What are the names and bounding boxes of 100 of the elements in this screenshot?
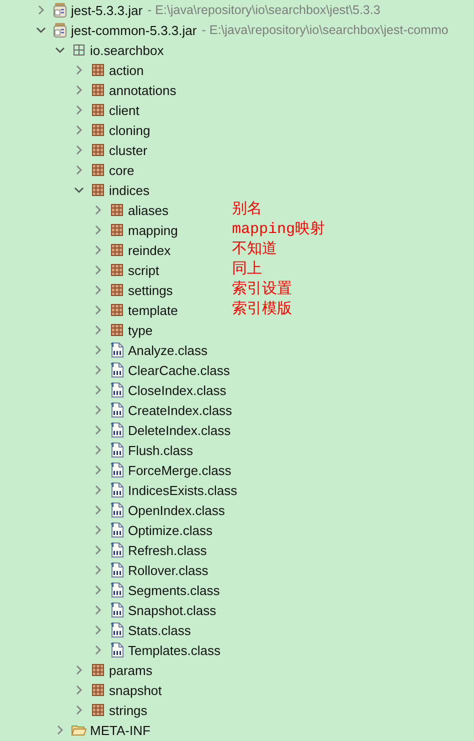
- class-file-icon: [109, 582, 125, 598]
- tree-item-label[interactable]: Snapshot.class: [128, 602, 216, 618]
- tree-item-label[interactable]: mapping: [128, 222, 178, 238]
- chevron-down-icon[interactable]: [36, 25, 46, 35]
- package-icon: [109, 262, 125, 278]
- chevron-right-icon[interactable]: [93, 545, 103, 555]
- package-icon: [90, 82, 106, 98]
- tree-item-label[interactable]: cloning: [109, 122, 150, 138]
- tree-item-label[interactable]: ForceMerge.class: [128, 462, 232, 478]
- tree-item-label[interactable]: reindex: [128, 242, 171, 258]
- tree-item-label[interactable]: Rollover.class: [128, 562, 208, 578]
- package-icon: [90, 62, 106, 78]
- chevron-right-icon[interactable]: [93, 565, 103, 575]
- package-icon: [90, 142, 106, 158]
- tree-item-label[interactable]: Flush.class: [128, 442, 194, 458]
- chevron-right-icon[interactable]: [93, 525, 103, 535]
- chevron-right-icon[interactable]: [93, 605, 103, 615]
- annotation-note: 不知道: [232, 241, 277, 259]
- chevron-right-icon[interactable]: [93, 625, 103, 635]
- chevron-right-icon[interactable]: [93, 225, 103, 235]
- class-file-icon: [109, 522, 125, 538]
- jar-icon: [52, 22, 68, 38]
- chevron-right-icon[interactable]: [93, 245, 103, 255]
- tree-item-label[interactable]: core: [109, 162, 134, 178]
- tree-item-label[interactable]: params: [109, 662, 152, 678]
- tree-item-label[interactable]: script: [128, 262, 160, 278]
- tree-item-label[interactable]: Stats.class: [128, 622, 191, 638]
- tree-item-label[interactable]: Templates.class: [128, 642, 220, 658]
- tree-item-label[interactable]: aliases: [128, 202, 168, 218]
- class-file-icon: [109, 402, 125, 418]
- chevron-right-icon[interactable]: [74, 65, 84, 75]
- chevron-right-icon[interactable]: [93, 485, 103, 495]
- chevron-right-icon[interactable]: [36, 5, 46, 15]
- tree-item-label[interactable]: Refresh.class: [128, 542, 207, 558]
- chevron-right-icon[interactable]: [74, 125, 84, 135]
- tree-item-label[interactable]: IndicesExists.class: [128, 482, 238, 498]
- tree-item-label[interactable]: Analyze.class: [128, 342, 208, 358]
- chevron-right-icon[interactable]: [93, 425, 103, 435]
- jar-icon: [52, 2, 68, 18]
- tree-item-label[interactable]: META-INF: [90, 722, 150, 738]
- chevron-down-icon[interactable]: [55, 45, 65, 55]
- package-icon: [71, 42, 87, 58]
- chevron-right-icon[interactable]: [93, 385, 103, 395]
- chevron-right-icon[interactable]: [93, 445, 103, 455]
- tree-item-label[interactable]: strings: [109, 702, 148, 718]
- tree-item-label[interactable]: client: [109, 102, 140, 118]
- tree-item-label[interactable]: type: [128, 322, 153, 338]
- class-file-icon: [109, 422, 125, 438]
- chevron-right-icon[interactable]: [74, 165, 84, 175]
- tree-item-label[interactable]: annotations: [109, 82, 176, 98]
- tree-item-label[interactable]: CloseIndex.class: [128, 382, 226, 398]
- chevron-right-icon[interactable]: [74, 105, 84, 115]
- tree-item-label[interactable]: snapshot: [109, 682, 162, 698]
- chevron-right-icon[interactable]: [93, 585, 103, 595]
- class-file-icon: [109, 342, 125, 358]
- package-icon: [90, 682, 106, 698]
- chevron-right-icon[interactable]: [74, 665, 84, 675]
- chevron-right-icon[interactable]: [93, 345, 103, 355]
- tree-item-label[interactable]: CreateIndex.class: [128, 402, 232, 418]
- chevron-down-icon[interactable]: [74, 185, 84, 195]
- tree-item-label[interactable]: jest-5.3.3.jar: [71, 2, 143, 18]
- tree-item-label[interactable]: Optimize.class: [128, 522, 213, 538]
- tree-item-label[interactable]: cluster: [109, 142, 148, 158]
- chevron-right-icon[interactable]: [74, 685, 84, 695]
- tree-item-label[interactable]: template: [128, 302, 178, 318]
- chevron-right-icon[interactable]: [55, 725, 65, 735]
- tree-item-label[interactable]: Segments.class: [128, 582, 220, 598]
- tree-item-label[interactable]: indices: [109, 182, 150, 198]
- chevron-right-icon[interactable]: [93, 305, 103, 315]
- chevron-right-icon[interactable]: [74, 85, 84, 95]
- chevron-right-icon[interactable]: [74, 145, 84, 155]
- location-path: - E:\java\repository\io\searchbox\jest\5.3.3: [148, 3, 380, 17]
- chevron-right-icon[interactable]: [93, 285, 103, 295]
- chevron-right-icon[interactable]: [93, 325, 103, 335]
- package-icon: [109, 322, 125, 338]
- annotation-note: 同上: [232, 261, 262, 279]
- chevron-right-icon[interactable]: [93, 505, 103, 515]
- package-icon: [109, 282, 125, 298]
- class-file-icon: [109, 462, 125, 478]
- package-icon: [90, 102, 106, 118]
- tree-item-label[interactable]: settings: [128, 282, 173, 298]
- chevron-right-icon[interactable]: [93, 205, 103, 215]
- chevron-right-icon[interactable]: [93, 465, 103, 475]
- chevron-right-icon[interactable]: [93, 645, 103, 655]
- tree-item-label[interactable]: io.searchbox: [90, 42, 164, 58]
- tree-item-label[interactable]: DeleteIndex.class: [128, 422, 231, 438]
- chevron-right-icon[interactable]: [74, 705, 84, 715]
- annotation-note: 索引设置: [232, 281, 292, 299]
- chevron-right-icon[interactable]: [93, 365, 103, 375]
- tree-item-label[interactable]: jest-common-5.3.3.jar: [71, 22, 197, 38]
- package-icon: [109, 302, 125, 318]
- class-file-icon: [109, 502, 125, 518]
- tree-item-label[interactable]: OpenIndex.class: [128, 502, 225, 518]
- class-file-icon: [109, 442, 125, 458]
- tree-item-label[interactable]: ClearCache.class: [128, 362, 230, 378]
- chevron-right-icon[interactable]: [93, 265, 103, 275]
- chevron-right-icon[interactable]: [93, 405, 103, 415]
- location-path: - E:\java\repository\io\searchbox\jest-commo: [202, 23, 448, 37]
- class-file-icon: [109, 542, 125, 558]
- tree-item-label[interactable]: action: [109, 62, 144, 78]
